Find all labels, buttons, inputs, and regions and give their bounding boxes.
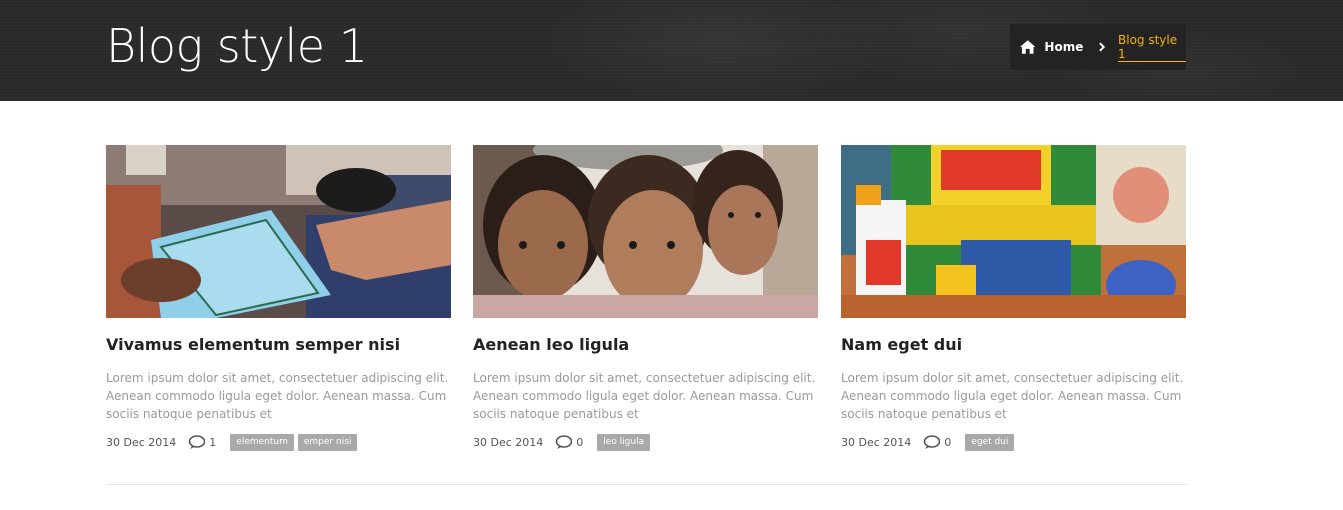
- page-title: Blog style 1: [106, 19, 368, 73]
- post-tag[interactable]: emper nisi: [297, 433, 358, 451]
- post-thumbnail[interactable]: [841, 145, 1186, 318]
- home-icon[interactable]: [1020, 40, 1036, 54]
- comment-count: 0: [576, 435, 584, 449]
- comment-icon[interactable]: [188, 434, 206, 450]
- post-date: 30 Dec 2014: [841, 435, 912, 449]
- post-title[interactable]: Vivamus elementum semper nisi: [106, 335, 400, 354]
- breadcrumb-home-link[interactable]: Home: [1044, 40, 1083, 54]
- post-tag[interactable]: elementum: [230, 433, 294, 451]
- post-meta: 30 Dec 2014 0 leo ligula: [473, 433, 654, 451]
- breadcrumb: Home Blog style 1: [1010, 24, 1187, 70]
- breadcrumb-current[interactable]: Blog style 1: [1118, 33, 1187, 62]
- post-meta: 30 Dec 2014 0 eget dui: [841, 433, 1018, 451]
- blog-post: Vivamus elementum semper nisi Lorem ipsu…: [106, 145, 468, 451]
- post-date: 30 Dec 2014: [473, 435, 544, 449]
- post-excerpt: Lorem ipsum dolor sit amet, consectetuer…: [106, 371, 449, 421]
- comment-count: 0: [944, 435, 952, 449]
- post-thumbnail[interactable]: [106, 145, 451, 318]
- post-title[interactable]: Nam eget dui: [841, 335, 962, 354]
- post-date: 30 Dec 2014: [106, 435, 177, 449]
- post-tag[interactable]: leo ligula: [597, 433, 651, 451]
- chevron-right-icon: [1099, 42, 1106, 52]
- comment-icon[interactable]: [923, 434, 941, 450]
- section-divider: [106, 484, 1187, 485]
- blog-post: Aenean leo ligula Lorem ipsum dolor sit …: [473, 145, 835, 451]
- post-tag[interactable]: eget dui: [965, 433, 1015, 451]
- post-excerpt: Lorem ipsum dolor sit amet, consectetuer…: [841, 371, 1184, 421]
- comment-count: 1: [209, 435, 217, 449]
- page-header: Blog style 1 Home Blog style 1: [0, 0, 1343, 101]
- post-thumbnail[interactable]: [473, 145, 818, 318]
- post-excerpt: Lorem ipsum dolor sit amet, consectetuer…: [473, 371, 816, 421]
- comment-icon[interactable]: [555, 434, 573, 450]
- post-meta: 30 Dec 2014 1 elementum emper nisi: [106, 433, 361, 451]
- blog-post: Nam eget dui Lorem ipsum dolor sit amet,…: [841, 145, 1203, 451]
- post-title[interactable]: Aenean leo ligula: [473, 335, 629, 354]
